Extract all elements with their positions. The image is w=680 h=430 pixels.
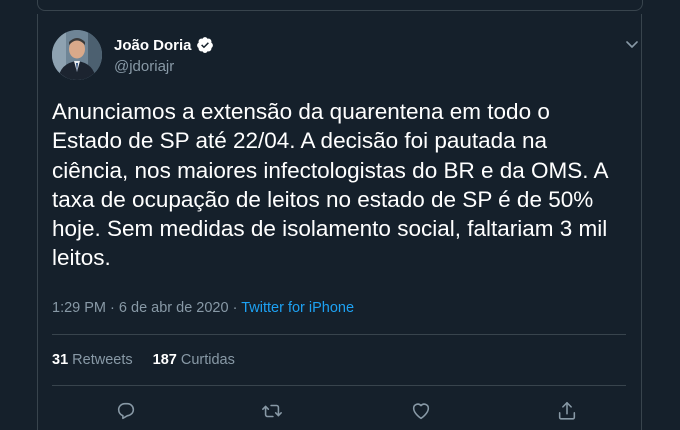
verified-badge-icon [196,36,214,54]
retweets-label: Retweets [72,352,133,368]
author-name-row[interactable]: João Doria [114,36,214,54]
retweet-icon[interactable] [261,400,283,422]
share-icon[interactable] [556,400,578,422]
avatar[interactable] [52,30,102,80]
likes-count: 187 [152,352,177,368]
tweet-metadata: 1:29 PM · 6 de abr de 2020 · Twitter for… [52,300,354,316]
divider [52,334,626,335]
tweet-text: Anunciamos a extensão da quarentena em t… [52,99,609,271]
tweet-time[interactable]: 1:29 PM [52,300,106,316]
tweet-date[interactable]: 6 de abr de 2020 [119,300,229,316]
retweets-count: 31 [52,352,69,368]
author-handle[interactable]: @jdoriajr [114,58,174,75]
likes-stat[interactable]: 187 Curtidas [153,352,235,368]
likes-label: Curtidas [180,352,235,368]
reply-icon[interactable] [115,400,137,422]
engagement-stats: 31 Retweets 187 Curtidas [52,352,235,368]
timeline-right-border [641,14,642,430]
tweet-source-link[interactable]: Twitter for iPhone [241,300,354,316]
timeline-left-border [37,14,38,430]
heart-icon[interactable] [410,400,432,422]
previous-tweet-border [37,0,643,11]
previous-tweet-strip [0,0,680,14]
meta-separator: · [232,300,238,316]
tweet-page: João Doria @jdoriajr Anunciamos a extens… [0,0,680,430]
author-display-name[interactable]: João Doria [114,37,192,54]
meta-separator: · [110,300,115,316]
retweets-stat[interactable]: 31 Retweets [52,352,133,368]
chevron-down-icon[interactable] [624,36,640,52]
divider [52,385,626,386]
